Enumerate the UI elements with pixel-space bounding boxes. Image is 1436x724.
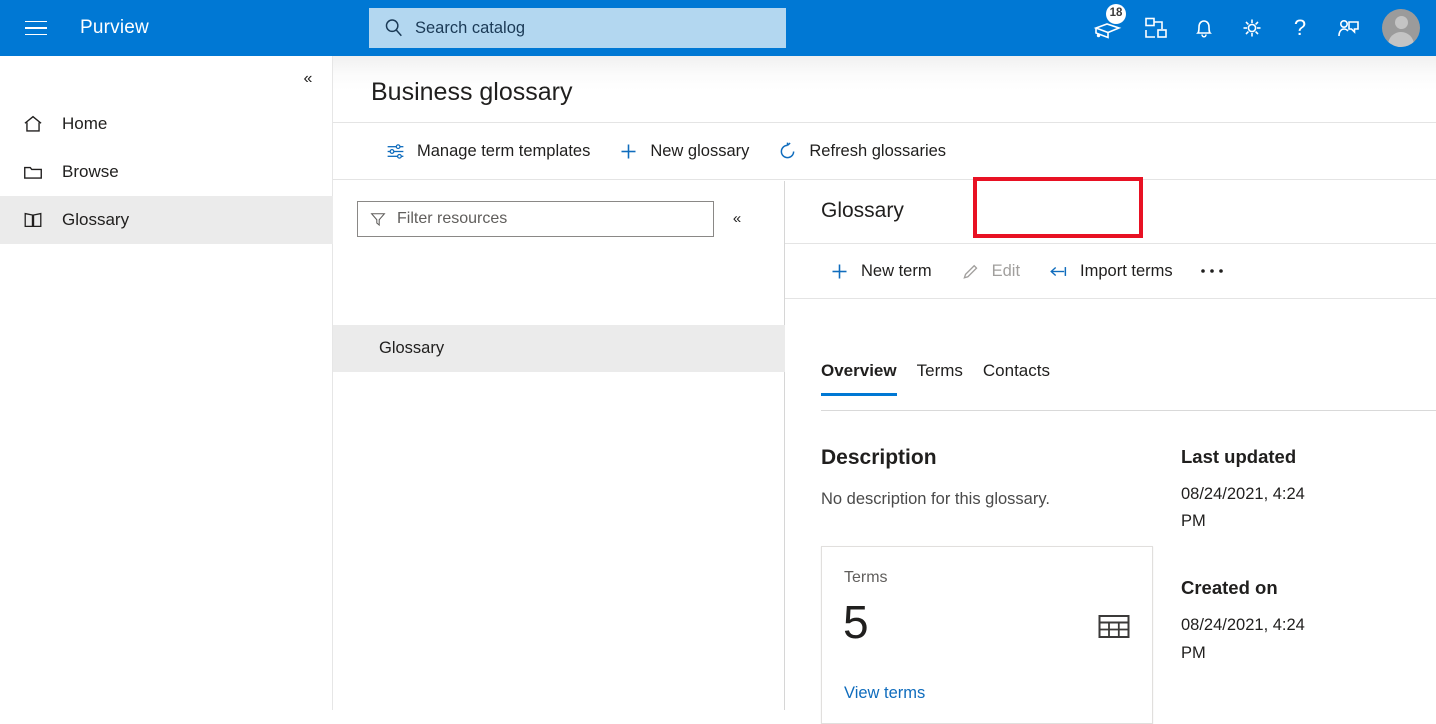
view-terms-link[interactable]: View terms xyxy=(844,684,925,703)
new-glossary-button[interactable]: New glossary xyxy=(604,122,763,180)
command-label: Edit xyxy=(992,262,1020,281)
hamburger-line xyxy=(25,34,47,36)
header-icon-group: 18 xyxy=(1084,0,1422,56)
workflow-glyph xyxy=(1143,15,1169,41)
plus-icon xyxy=(618,141,639,162)
new-term-button[interactable]: New term xyxy=(815,243,946,299)
command-label: New term xyxy=(861,262,932,281)
sidebar-item-browse[interactable]: Browse xyxy=(0,148,333,196)
manage-term-templates-button[interactable]: Manage term templates xyxy=(371,122,604,180)
glossary-detail-pane: Glossary New term Edit xyxy=(785,181,1436,710)
list-item-glossary[interactable]: Glossary xyxy=(333,325,785,372)
import-terms-button[interactable]: Import terms xyxy=(1034,243,1187,299)
search-catalog-input[interactable]: Search catalog xyxy=(369,8,786,48)
glossary-list-pane: Filter resources « Glossary xyxy=(333,181,785,710)
brand-title: Purview xyxy=(80,17,149,39)
table-grid-icon xyxy=(1098,613,1130,641)
sidebar-item-glossary[interactable]: Glossary xyxy=(0,196,333,244)
tab-label: Contacts xyxy=(983,361,1050,380)
overview-right-column: Last updated 08/24/2021, 4:24 PM Created… xyxy=(1181,446,1431,667)
feedback-person-icon[interactable] xyxy=(1324,0,1372,56)
left-sidebar: « Home Browse Glossary xyxy=(0,56,333,710)
sidebar-nav-list: Home Browse Glossary xyxy=(0,100,333,244)
main-content-area: Business glossary Manage term templates xyxy=(333,56,1436,710)
last-updated-heading: Last updated xyxy=(1181,446,1431,468)
command-label: Import terms xyxy=(1080,262,1173,281)
filter-resources-input[interactable]: Filter resources xyxy=(357,201,714,237)
list-pane-collapse-button[interactable]: « xyxy=(720,202,754,236)
sidebar-item-label: Home xyxy=(62,114,107,134)
sidebar-item-label: Browse xyxy=(62,162,119,182)
svg-text:?: ? xyxy=(1294,15,1306,40)
tab-label: Overview xyxy=(821,361,897,380)
refresh-icon xyxy=(777,141,798,162)
person-speech-glyph xyxy=(1335,15,1361,41)
command-label: Refresh glossaries xyxy=(809,142,946,161)
import-arrow-icon xyxy=(1048,261,1069,282)
question-glyph: ? xyxy=(1288,15,1312,41)
cart-badge-count: 18 xyxy=(1106,4,1126,24)
hamburger-line xyxy=(25,21,47,23)
user-avatar[interactable] xyxy=(1382,9,1420,47)
workflow-icon[interactable] xyxy=(1132,0,1180,56)
pencil-icon xyxy=(960,261,981,282)
ellipsis-icon xyxy=(1199,267,1225,275)
description-text: No description for this glossary. xyxy=(821,490,1161,509)
folder-icon xyxy=(22,161,44,183)
list-item-label: Glossary xyxy=(379,339,444,358)
glossary-command-bar: Manage term templates New glossary Refre… xyxy=(333,122,1436,180)
settings-gear-icon[interactable] xyxy=(1228,0,1276,56)
tab-label: Terms xyxy=(917,361,963,380)
command-label: New glossary xyxy=(650,142,749,161)
created-on-value: 08/24/2021, 4:24 PM xyxy=(1181,612,1331,666)
detail-tabs: Overview Terms Contacts xyxy=(821,361,1436,411)
tab-contacts[interactable]: Contacts xyxy=(973,361,1060,396)
terms-card-label: Terms xyxy=(844,569,888,587)
edit-button[interactable]: Edit xyxy=(946,243,1034,299)
sliders-icon xyxy=(385,141,406,162)
last-updated-value: 08/24/2021, 4:24 PM xyxy=(1181,481,1331,535)
help-question-icon[interactable]: ? xyxy=(1276,0,1324,56)
overview-left-column: Description No description for this glos… xyxy=(821,446,1161,509)
terms-count-card[interactable]: Terms 5 View terms xyxy=(821,546,1153,724)
top-header-bar: Purview Search catalog 18 xyxy=(0,0,1436,56)
tab-overview[interactable]: Overview xyxy=(821,361,907,396)
home-icon xyxy=(22,113,44,135)
more-options-button[interactable] xyxy=(1187,243,1237,299)
filter-placeholder: Filter resources xyxy=(397,210,507,228)
plus-icon xyxy=(829,261,850,282)
sidebar-collapse-button[interactable]: « xyxy=(292,64,324,94)
hamburger-menu-icon[interactable] xyxy=(12,0,60,56)
tab-terms[interactable]: Terms xyxy=(907,361,973,396)
data-cart-icon[interactable]: 18 xyxy=(1084,0,1132,56)
detail-title: Glossary xyxy=(821,199,904,223)
command-label: Manage term templates xyxy=(417,142,590,161)
terms-card-count: 5 xyxy=(843,599,869,645)
sidebar-item-home[interactable]: Home xyxy=(0,100,333,148)
search-placeholder: Search catalog xyxy=(415,19,525,38)
refresh-glossaries-button[interactable]: Refresh glossaries xyxy=(763,122,960,180)
bell-glyph xyxy=(1192,15,1216,41)
search-icon xyxy=(383,17,405,39)
notifications-bell-icon[interactable] xyxy=(1180,0,1228,56)
detail-command-bar: New term Edit Import terms xyxy=(785,243,1436,299)
description-heading: Description xyxy=(821,446,1161,470)
hamburger-line xyxy=(25,27,47,29)
funnel-icon xyxy=(369,210,387,228)
book-icon xyxy=(22,209,44,231)
gear-glyph xyxy=(1239,15,1265,41)
created-on-heading: Created on xyxy=(1181,577,1431,599)
filter-row: Filter resources « xyxy=(333,181,785,256)
page-title: Business glossary xyxy=(371,78,572,107)
sidebar-item-label: Glossary xyxy=(62,210,129,230)
